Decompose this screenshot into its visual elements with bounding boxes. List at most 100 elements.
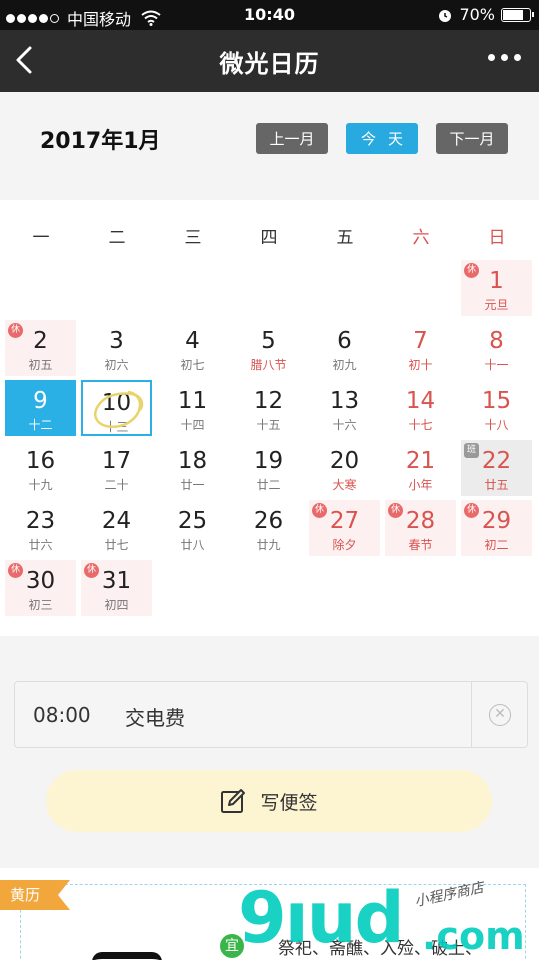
almanac-section: 黄历 宜 祭祀、斋醮、入殓、破土、 [0, 868, 539, 960]
lunar-date: 元旦 [484, 298, 509, 312]
today-button[interactable]: 今天 [346, 123, 418, 154]
calendar-day[interactable]: 16 十九 [5, 440, 76, 496]
lunar-date: 初十 [408, 358, 433, 372]
day-number: 15 [481, 388, 512, 414]
weekday-header: 二 [108, 228, 126, 248]
day-number: 8 [489, 328, 504, 354]
nav-bar: 微光日历 [0, 30, 539, 92]
rest-day-badge: 休 [312, 503, 327, 518]
lunar-date: 除夕 [332, 538, 357, 552]
battery-percent: 70% [459, 5, 495, 24]
calendar-day-selected[interactable]: 9 十二 [5, 380, 76, 436]
calendar-day[interactable]: 14 十七 [385, 380, 456, 436]
reminder-text: 交电费 [125, 706, 185, 730]
month-header: 2017年1月 上一月 今天 下一月 [0, 92, 539, 188]
lunar-date: 小年 [408, 478, 433, 492]
lunar-date: 初四 [104, 598, 129, 612]
calendar-day[interactable]: 6 初九 [309, 320, 380, 376]
lunar-date: 初七 [180, 358, 205, 372]
yi-activities: 祭祀、斋醮、入殓、破土、 [278, 939, 482, 959]
lunar-date: 廿八 [180, 538, 205, 552]
today-circle-mark [94, 390, 144, 429]
next-month-button[interactable]: 下一月 [436, 123, 508, 154]
nav-title: 微光日历 [219, 50, 320, 78]
month-title: 2017年1月 [40, 129, 161, 154]
calendar-day[interactable]: 休 29 初二 [461, 500, 532, 556]
rest-day-badge: 休 [388, 503, 403, 518]
lunar-date: 十九 [28, 478, 53, 492]
calendar-day[interactable]: 休 27 除夕 [309, 500, 380, 556]
weekday-header: 四 [260, 228, 278, 248]
status-right: 70% [437, 5, 534, 24]
calendar-day[interactable]: 21 小年 [385, 440, 456, 496]
calendar-day[interactable]: 25 廿八 [157, 500, 228, 556]
weekday-header: 六 [412, 228, 430, 248]
lunar-date: 初三 [28, 598, 53, 612]
day-number: 25 [177, 508, 208, 534]
reminder-time: 08:00 [33, 703, 91, 727]
lunar-date: 腊八节 [250, 358, 287, 372]
write-memo-button[interactable]: 写便签 [46, 770, 492, 832]
reminder-item[interactable]: 08:00 交电费 ✕ [14, 681, 528, 748]
calendar-day[interactable]: 15 十八 [461, 380, 532, 436]
calendar-day[interactable]: 3 初六 [81, 320, 152, 376]
workday-badge: 班 [464, 443, 479, 458]
lunar-date: 初九 [332, 358, 357, 372]
calendar-day[interactable]: 5 腊八节 [233, 320, 304, 376]
weekday-header: 五 [336, 228, 354, 248]
day-number: 24 [101, 508, 132, 534]
lunar-date: 十四 [180, 418, 205, 432]
lunar-date: 十八 [484, 418, 509, 432]
calendar-day[interactable]: 19 廿二 [233, 440, 304, 496]
calendar-day[interactable]: 12 十五 [233, 380, 304, 436]
day-number: 4 [185, 328, 200, 354]
lunar-date: 十五 [256, 418, 281, 432]
calendar-day[interactable]: 23 廿六 [5, 500, 76, 556]
day-number: 9 [33, 388, 48, 414]
lunar-date: 廿五 [484, 478, 509, 492]
calendar-day[interactable]: 11 十四 [157, 380, 228, 436]
calendar-day[interactable]: 休 31 初四 [81, 560, 152, 616]
calendar-day[interactable]: 休 2 初五 [5, 320, 76, 376]
rest-day-badge: 休 [8, 323, 23, 338]
day-number: 18 [177, 448, 208, 474]
calendar-day[interactable]: 休 28 春节 [385, 500, 456, 556]
prev-month-button[interactable]: 上一月 [256, 123, 328, 154]
day-number: 14 [405, 388, 436, 414]
day-number: 11 [177, 388, 208, 414]
day-number: 23 [25, 508, 56, 534]
calendar-day[interactable]: 8 十一 [461, 320, 532, 376]
calendar-day[interactable]: 20 大寒 [309, 440, 380, 496]
weekday-header: 日 [488, 228, 506, 248]
calendar-day[interactable]: 4 初七 [157, 320, 228, 376]
calendar-day[interactable]: 7 初十 [385, 320, 456, 376]
calendar-day-today[interactable]: 10 十三 [81, 380, 152, 436]
day-number: 21 [405, 448, 436, 474]
calendar-day[interactable]: 休 30 初三 [5, 560, 76, 616]
calendar-day[interactable]: 17 二十 [81, 440, 152, 496]
day-number: 5 [261, 328, 276, 354]
almanac-ribbon: 黄历 [0, 880, 70, 910]
calendar-day[interactable]: 24 廿七 [81, 500, 152, 556]
yi-badge: 宜 [220, 934, 244, 958]
lunar-date: 十一 [484, 358, 509, 372]
lunar-date: 十六 [332, 418, 357, 432]
edit-icon [221, 789, 246, 813]
more-options-icon[interactable] [488, 54, 521, 61]
calendar-day[interactable]: 班 22 廿五 [461, 440, 532, 496]
calendar-day[interactable]: 26 廿九 [233, 500, 304, 556]
lunar-date: 十二 [28, 418, 53, 432]
battery-level [503, 9, 523, 20]
calendar-day[interactable]: 休 1 元旦 [461, 260, 532, 316]
day-number: 17 [101, 448, 132, 474]
calendar-day[interactable]: 13 十六 [309, 380, 380, 436]
lunar-date: 初六 [104, 358, 129, 372]
calendar-grid: 一 二 三 四 五 六 日休 1 元旦休 2 初五 3 初六 4 初七 5 腊八节 6 初九 7 初十 8 十一 9 十二 10 十… [0, 200, 539, 636]
rest-day-badge: 休 [8, 563, 23, 578]
day-number: 19 [253, 448, 284, 474]
status-bar: 中国移动 10:40 70% [0, 0, 539, 30]
calendar-day[interactable]: 18 廿一 [157, 440, 228, 496]
delete-reminder-icon[interactable]: ✕ [489, 704, 511, 726]
divider [471, 682, 472, 747]
alarm-clock-icon [439, 9, 452, 22]
